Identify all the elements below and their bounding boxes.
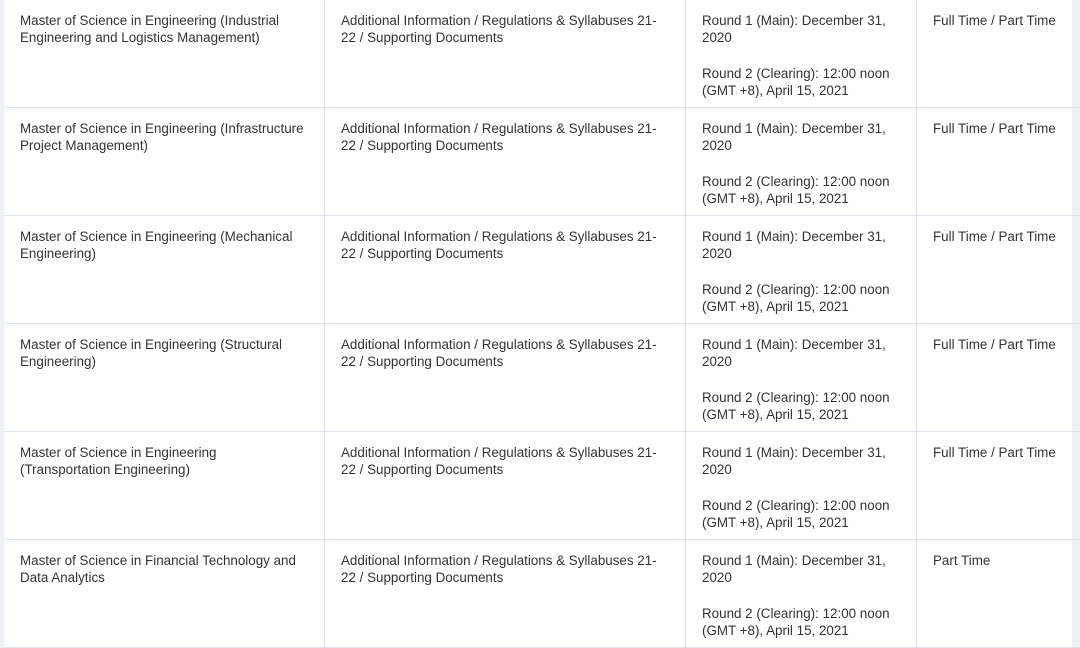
link-separator: / bbox=[356, 30, 367, 45]
application-deadline-cell: Round 1 (Main): December 31, 2020 Round … bbox=[686, 324, 917, 432]
link-separator: / bbox=[471, 121, 482, 136]
programme-table: Master of Science in Engineering (Indust… bbox=[4, 0, 1080, 648]
link-separator: / bbox=[356, 570, 367, 585]
link-separator: / bbox=[356, 354, 367, 369]
study-mode-cell: Full Time / Part Time bbox=[917, 432, 1080, 540]
programme-name: Master of Science in Engineering (Mechan… bbox=[20, 229, 292, 261]
programme-table-container: Master of Science in Engineering (Indust… bbox=[4, 0, 1072, 648]
round-1-deadline: Round 1 (Main): December 31, 2020 bbox=[702, 228, 900, 262]
programme-links-cell: Additional Information / Regulations & S… bbox=[325, 432, 686, 540]
link-separator: / bbox=[356, 246, 367, 261]
link-separator: / bbox=[471, 229, 482, 244]
round-1-deadline: Round 1 (Main): December 31, 2020 bbox=[702, 12, 900, 46]
link-separator: / bbox=[471, 445, 482, 460]
study-mode: Full Time / Part Time bbox=[933, 229, 1056, 244]
table-row: Master of Science in Financial Technolog… bbox=[4, 540, 1080, 648]
round-2-deadline: Round 2 (Clearing): 12:00 noon (GMT +8),… bbox=[702, 173, 900, 207]
table-row: Master of Science in Engineering (Struct… bbox=[4, 324, 1080, 432]
study-mode-cell: Full Time / Part Time bbox=[917, 108, 1080, 216]
programme-name: Master of Science in Engineering (Infras… bbox=[20, 121, 304, 153]
programme-name: Master of Science in Financial Technolog… bbox=[20, 553, 296, 585]
round-2-deadline: Round 2 (Clearing): 12:00 noon (GMT +8),… bbox=[702, 389, 900, 423]
application-deadline-cell: Round 1 (Main): December 31, 2020 Round … bbox=[686, 0, 917, 108]
table-row: Master of Science in Engineering (Indust… bbox=[4, 0, 1080, 108]
round-2-deadline: Round 2 (Clearing): 12:00 noon (GMT +8),… bbox=[702, 605, 900, 639]
supporting-documents-link[interactable]: Supporting Documents bbox=[367, 570, 503, 585]
programme-name-cell: Master of Science in Engineering (Indust… bbox=[4, 0, 325, 108]
programme-name: Master of Science in Engineering (Struct… bbox=[20, 337, 282, 369]
round-1-deadline: Round 1 (Main): December 31, 2020 bbox=[702, 336, 900, 370]
study-mode-cell: Full Time / Part Time bbox=[917, 216, 1080, 324]
study-mode: Full Time / Part Time bbox=[933, 337, 1056, 352]
study-mode: Part Time bbox=[933, 553, 990, 568]
application-deadline-cell: Round 1 (Main): December 31, 2020 Round … bbox=[686, 432, 917, 540]
additional-information-link[interactable]: Additional Information bbox=[341, 445, 471, 460]
link-separator: / bbox=[356, 138, 367, 153]
programme-links-cell: Additional Information / Regulations & S… bbox=[325, 324, 686, 432]
round-1-deadline: Round 1 (Main): December 31, 2020 bbox=[702, 552, 900, 586]
programme-name-cell: Master of Science in Engineering (Transp… bbox=[4, 432, 325, 540]
link-separator: / bbox=[471, 13, 482, 28]
study-mode-cell: Part Time bbox=[917, 540, 1080, 648]
additional-information-link[interactable]: Additional Information bbox=[341, 337, 471, 352]
application-deadline-cell: Round 1 (Main): December 31, 2020 Round … bbox=[686, 216, 917, 324]
link-separator: / bbox=[471, 553, 482, 568]
round-2-deadline: Round 2 (Clearing): 12:00 noon (GMT +8),… bbox=[702, 65, 900, 99]
study-mode: Full Time / Part Time bbox=[933, 13, 1056, 28]
programme-name-cell: Master of Science in Engineering (Mechan… bbox=[4, 216, 325, 324]
programme-name: Master of Science in Engineering (Indust… bbox=[20, 13, 279, 45]
programme-links-cell: Additional Information / Regulations & S… bbox=[325, 108, 686, 216]
application-deadline-cell: Round 1 (Main): December 31, 2020 Round … bbox=[686, 108, 917, 216]
programme-links-cell: Additional Information / Regulations & S… bbox=[325, 0, 686, 108]
programme-table-body: Master of Science in Engineering (Indust… bbox=[4, 0, 1080, 648]
round-1-deadline: Round 1 (Main): December 31, 2020 bbox=[702, 444, 900, 478]
programme-name-cell: Master of Science in Financial Technolog… bbox=[4, 540, 325, 648]
programme-name-cell: Master of Science in Engineering (Struct… bbox=[4, 324, 325, 432]
table-row: Master of Science in Engineering (Mechan… bbox=[4, 216, 1080, 324]
programme-name: Master of Science in Engineering (Transp… bbox=[20, 445, 217, 477]
supporting-documents-link[interactable]: Supporting Documents bbox=[367, 354, 503, 369]
additional-information-link[interactable]: Additional Information bbox=[341, 121, 471, 136]
study-mode-cell: Full Time / Part Time bbox=[917, 0, 1080, 108]
round-2-deadline: Round 2 (Clearing): 12:00 noon (GMT +8),… bbox=[702, 497, 900, 531]
programme-links-cell: Additional Information / Regulations & S… bbox=[325, 540, 686, 648]
study-mode: Full Time / Part Time bbox=[933, 445, 1056, 460]
application-deadline-cell: Round 1 (Main): December 31, 2020 Round … bbox=[686, 540, 917, 648]
link-separator: / bbox=[471, 337, 482, 352]
additional-information-link[interactable]: Additional Information bbox=[341, 13, 471, 28]
table-row: Master of Science in Engineering (Infras… bbox=[4, 108, 1080, 216]
study-mode-cell: Full Time / Part Time bbox=[917, 324, 1080, 432]
round-1-deadline: Round 1 (Main): December 31, 2020 bbox=[702, 120, 900, 154]
additional-information-link[interactable]: Additional Information bbox=[341, 229, 471, 244]
table-row: Master of Science in Engineering (Transp… bbox=[4, 432, 1080, 540]
supporting-documents-link[interactable]: Supporting Documents bbox=[367, 462, 503, 477]
supporting-documents-link[interactable]: Supporting Documents bbox=[367, 30, 503, 45]
supporting-documents-link[interactable]: Supporting Documents bbox=[367, 138, 503, 153]
additional-information-link[interactable]: Additional Information bbox=[341, 553, 471, 568]
programme-links-cell: Additional Information / Regulations & S… bbox=[325, 216, 686, 324]
programme-name-cell: Master of Science in Engineering (Infras… bbox=[4, 108, 325, 216]
round-2-deadline: Round 2 (Clearing): 12:00 noon (GMT +8),… bbox=[702, 281, 900, 315]
study-mode: Full Time / Part Time bbox=[933, 121, 1056, 136]
supporting-documents-link[interactable]: Supporting Documents bbox=[367, 246, 503, 261]
link-separator: / bbox=[356, 462, 367, 477]
